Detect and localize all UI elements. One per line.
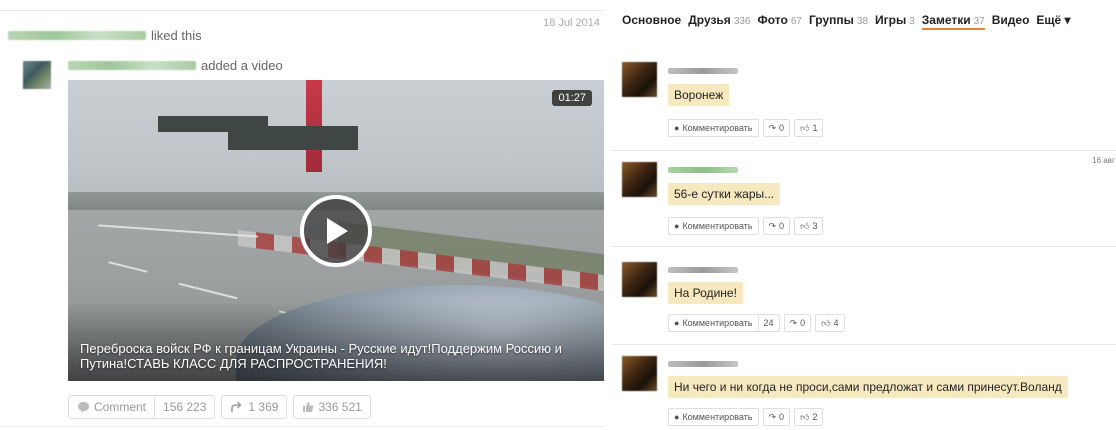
note-text[interactable]: 56-е сутки жары...: [668, 183, 781, 205]
share-button[interactable]: ↷ 0: [762, 217, 791, 235]
thumbs-up-icon: 👍︎: [800, 411, 810, 422]
blurred-username[interactable]: [668, 167, 738, 173]
like-count: 336 521: [318, 400, 362, 414]
note-date: 16 авг 20: [1092, 156, 1116, 165]
avatar[interactable]: [622, 356, 657, 391]
note-text[interactable]: На Родине!: [668, 282, 743, 304]
nav-item-video[interactable]: Видео: [992, 13, 1030, 30]
liked-row: liked this: [8, 28, 202, 43]
speech-bubble-icon: ●: [674, 412, 680, 422]
thumbs-up-icon: 👍︎: [821, 317, 831, 328]
speech-bubble-icon: ●: [674, 221, 680, 231]
avatar[interactable]: [622, 262, 657, 297]
note-text[interactable]: Воронеж: [668, 84, 730, 106]
blurred-username[interactable]: [68, 61, 196, 70]
note-text[interactable]: Ни чего и ни когда не проси,сами предлож…: [668, 376, 1068, 398]
share-arrow-icon: ↷: [768, 411, 777, 422]
note-actions: ● Комментировать 24 ↷ 0 👍︎ 4: [668, 314, 845, 332]
video-frame-truck: [323, 128, 353, 148]
added-row: added a video: [68, 58, 283, 73]
nav-item-main[interactable]: Основное: [622, 13, 681, 30]
play-button[interactable]: [300, 195, 372, 267]
blurred-username[interactable]: [668, 361, 738, 367]
like-button[interactable]: 👍︎ 2: [794, 408, 824, 426]
divider: [612, 150, 1116, 151]
video-player[interactable]: 01:27 Переброска войск РФ к границам Укр…: [68, 80, 604, 381]
share-arrow-icon: ↷: [789, 317, 798, 328]
comment-count: 24: [757, 315, 779, 331]
feed-panel: 18 Jul 2014 liked this added a video 01:…: [0, 0, 612, 430]
share-arrow-icon: [231, 401, 242, 412]
nav-item-groups[interactable]: Группы 38: [809, 13, 868, 30]
comment-button[interactable]: Comment 156 223: [68, 395, 216, 419]
liked-text: liked this: [151, 28, 202, 43]
thumbs-up-icon: 👍︎: [800, 220, 810, 231]
divider: [0, 426, 604, 427]
comment-count: 156 223: [154, 396, 214, 418]
nav-item-more[interactable]: Ещё ▾: [1036, 13, 1070, 30]
blurred-username[interactable]: [8, 31, 146, 40]
share-count: 1 369: [248, 400, 279, 414]
avatar[interactable]: [23, 61, 51, 89]
speech-bubble-icon: [78, 402, 89, 413]
thumbs-up-icon: [303, 402, 314, 412]
divider: [0, 10, 604, 11]
like-button[interactable]: 👍︎ 3: [794, 217, 824, 235]
like-button[interactable]: 336 521: [293, 395, 371, 419]
speech-bubble-icon: ●: [674, 318, 680, 328]
divider: [612, 344, 1116, 345]
share-arrow-icon: ↷: [768, 220, 777, 231]
nav-item-games[interactable]: Игры 3: [875, 13, 915, 30]
like-button[interactable]: 👍︎ 1: [794, 119, 824, 137]
screenshot-root: 18 Jul 2014 liked this added a video 01:…: [0, 0, 1116, 430]
like-button[interactable]: 👍︎ 4: [815, 314, 845, 332]
note-actions: ● Комментировать ↷ 0 👍︎ 2: [668, 408, 824, 426]
play-icon: [327, 218, 348, 244]
comment-label: Comment: [94, 400, 147, 414]
note-actions: ● Комментировать ↷ 0 👍︎ 3: [668, 217, 824, 235]
feed-date: 18 Jul 2014: [543, 17, 600, 29]
profile-panel: Основное Друзья 336 Фото 67 Группы 38 Игры 3…: [612, 0, 1116, 430]
avatar[interactable]: [622, 62, 657, 97]
share-button[interactable]: ↷ 0: [762, 119, 791, 137]
thumbs-up-icon: 👍︎: [800, 122, 810, 133]
avatar[interactable]: [622, 162, 657, 197]
share-button[interactable]: ↷ 0: [762, 408, 791, 426]
nav-item-friends[interactable]: Друзья 336: [688, 13, 750, 30]
profile-nav: Основное Друзья 336 Фото 67 Группы 38 Игры 3…: [622, 13, 1071, 30]
note-actions: ● Комментировать ↷ 0 👍︎ 1: [668, 119, 824, 137]
video-title[interactable]: Переброска войск РФ к границам Украины -…: [80, 341, 580, 371]
comment-button[interactable]: ● Комментировать: [668, 119, 759, 137]
feed-actions: Comment 156 223 1 369 336 521: [68, 395, 371, 419]
nav-item-notes[interactable]: Заметки 37: [921, 13, 985, 30]
nav-item-photos[interactable]: Фото 67: [758, 13, 802, 30]
blurred-username[interactable]: [668, 267, 738, 273]
share-button[interactable]: ↷ 0: [783, 314, 812, 332]
video-duration: 01:27: [552, 90, 592, 106]
added-text: added a video: [201, 58, 283, 73]
speech-bubble-icon: ●: [674, 123, 680, 133]
divider: [612, 246, 1116, 247]
share-arrow-icon: ↷: [768, 122, 777, 133]
blurred-username[interactable]: [668, 68, 738, 74]
comment-button[interactable]: ● Комментировать 24: [668, 314, 780, 332]
comment-button[interactable]: ● Комментировать: [668, 217, 759, 235]
share-button[interactable]: 1 369: [221, 395, 288, 419]
comment-button[interactable]: ● Комментировать: [668, 408, 759, 426]
